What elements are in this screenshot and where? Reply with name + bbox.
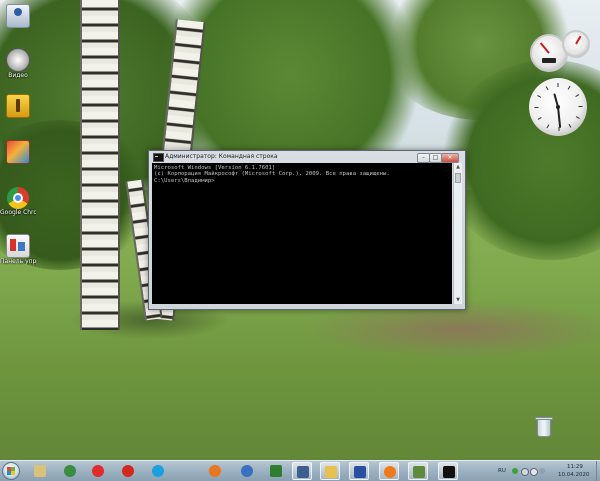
media-player-icon xyxy=(297,466,309,478)
start-button[interactable] xyxy=(2,462,20,480)
taskbar-button[interactable] xyxy=(237,462,257,480)
language-indicator[interactable]: RU xyxy=(498,468,506,474)
taskbar-button[interactable] xyxy=(205,462,225,480)
opera-icon xyxy=(122,465,134,477)
desktop-icon-recycle-bin[interactable] xyxy=(535,417,553,439)
taskbar-button[interactable] xyxy=(320,462,340,480)
desktop-icon-label: Видео xyxy=(8,72,28,79)
clock-time[interactable]: 11:29 xyxy=(567,464,583,470)
dial-needle xyxy=(575,35,582,45)
clock-center xyxy=(556,105,560,109)
scroll-up-arrow-icon[interactable]: ▲ xyxy=(454,163,462,171)
taskbar-button[interactable] xyxy=(266,462,286,480)
tray-app-icon[interactable] xyxy=(512,468,518,474)
recycle-bin-icon xyxy=(537,419,551,437)
taskbar-button[interactable] xyxy=(292,462,312,480)
user-folder-icon xyxy=(6,4,30,28)
windows-logo-icon xyxy=(7,467,15,475)
command-prompt-window[interactable]: Администратор: Командная строка – □ ✕ Mi… xyxy=(148,150,466,310)
clock-tick xyxy=(567,85,571,90)
close-button[interactable]: ✕ xyxy=(441,153,459,163)
clock-tick xyxy=(575,94,580,97)
taskbar-button[interactable] xyxy=(438,462,458,480)
window-titlebar[interactable]: Администратор: Командная строка – □ ✕ xyxy=(149,151,465,163)
desktop-icon-control-panel[interactable]: Панель управления xyxy=(0,234,36,265)
taskbar-button[interactable] xyxy=(30,462,50,480)
save-icon xyxy=(354,466,366,478)
taskbar-button[interactable] xyxy=(88,462,108,480)
clock-tick xyxy=(557,83,559,87)
show-desktop-button[interactable] xyxy=(596,461,600,481)
yandex-browser-icon xyxy=(92,465,104,477)
cmd-icon xyxy=(443,466,455,478)
desktop-icon-user-folder[interactable] xyxy=(0,4,36,28)
clock-minute-hand xyxy=(557,106,562,128)
console-prompt-line[interactable]: C:\Users\Владимир> xyxy=(152,178,452,184)
film-reel-icon xyxy=(6,48,30,72)
birch-trunk xyxy=(80,0,120,330)
colorful-app-icon xyxy=(6,140,30,164)
clock-tick xyxy=(575,116,580,119)
clock-gadget[interactable] xyxy=(529,78,587,136)
vertical-scrollbar[interactable]: ▲ ▼ xyxy=(453,163,462,304)
console-line: Microsoft Windows [Version 6.1.7601] xyxy=(154,165,276,171)
console-output[interactable]: Microsoft Windows [Version 6.1.7601] (c)… xyxy=(152,163,452,304)
clock-tick xyxy=(534,107,539,108)
yellow-app-icon xyxy=(6,94,30,118)
firefox-icon xyxy=(209,465,221,477)
excel-icon xyxy=(270,465,282,477)
explorer-icon xyxy=(34,465,46,477)
cmd-icon xyxy=(153,153,164,162)
system-tray: RU 11:29 10.04.2020 xyxy=(492,461,600,481)
folder-icon xyxy=(325,466,337,478)
clock-tick xyxy=(546,124,550,129)
action-center-icon[interactable] xyxy=(539,468,545,474)
clock-tick xyxy=(537,95,542,98)
memory-dial-icon xyxy=(562,30,590,58)
desktop-icon-shortcut[interactable] xyxy=(0,140,36,164)
volume-icon[interactable] xyxy=(530,468,538,476)
taskbar-button[interactable] xyxy=(349,462,369,480)
taskbar-button[interactable] xyxy=(379,462,399,480)
taskbar: RU 11:29 10.04.2020 xyxy=(0,460,600,481)
desktop-icon-video[interactable]: Видео xyxy=(0,48,36,79)
clock-tick xyxy=(578,106,583,107)
app-icon xyxy=(241,465,253,477)
scrollbar-thumb[interactable] xyxy=(455,173,461,183)
skype-icon xyxy=(152,465,164,477)
clock-tick xyxy=(558,127,560,131)
desktop-icon-label: Google Chrome xyxy=(0,209,36,216)
control-panel-icon xyxy=(6,234,30,258)
desktop-icon-label: Панель управления xyxy=(0,258,36,265)
clock-tick xyxy=(545,86,549,91)
recycle-bin-lid xyxy=(535,417,553,420)
desktop-icon-shortcut[interactable] xyxy=(0,94,36,118)
clock-tick xyxy=(537,117,542,120)
taskbar-button[interactable] xyxy=(408,462,428,480)
taskbar-button[interactable] xyxy=(148,462,168,480)
dial-needle xyxy=(539,42,550,54)
desktop-icon-google-chrome[interactable]: Google Chrome xyxy=(0,187,36,216)
taskbar-button[interactable] xyxy=(60,462,80,480)
cpu-meter-gadget[interactable] xyxy=(528,30,590,72)
network-icon[interactable] xyxy=(521,468,529,476)
clock-tick xyxy=(568,123,572,128)
scroll-down-arrow-icon[interactable]: ▼ xyxy=(454,296,462,304)
image-viewer-icon xyxy=(413,466,425,478)
chrome-icon xyxy=(7,187,29,209)
window-title: Администратор: Командная строка xyxy=(165,153,278,160)
firefox-icon xyxy=(384,466,396,478)
chrome-icon xyxy=(64,465,76,477)
dial-readout xyxy=(542,58,556,63)
taskbar-button[interactable] xyxy=(118,462,138,480)
clock-date[interactable]: 10.04.2020 xyxy=(558,472,590,478)
